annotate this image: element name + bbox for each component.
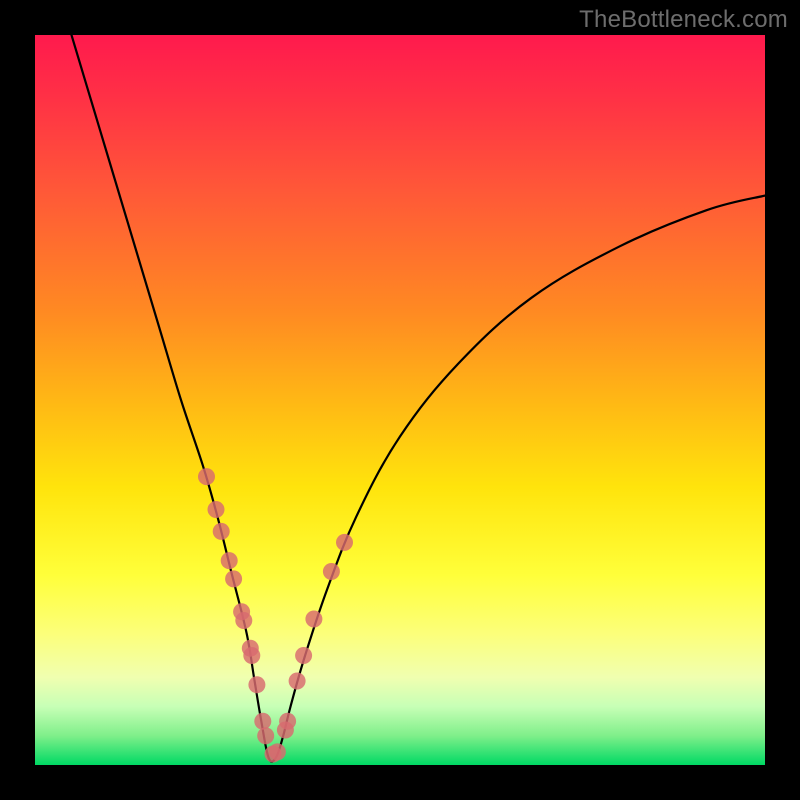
highlight-dot bbox=[254, 713, 271, 730]
highlight-dot bbox=[257, 727, 274, 744]
curve-svg bbox=[35, 35, 765, 765]
highlight-dot bbox=[295, 647, 312, 664]
highlight-dot bbox=[279, 713, 296, 730]
highlighted-dots-group bbox=[198, 468, 353, 762]
highlight-dot bbox=[198, 468, 215, 485]
chart-frame: TheBottleneck.com bbox=[0, 0, 800, 800]
highlight-dot bbox=[213, 523, 230, 540]
highlight-dot bbox=[323, 563, 340, 580]
highlight-dot bbox=[225, 570, 242, 587]
bottleneck-curve bbox=[72, 35, 766, 762]
highlight-dot bbox=[242, 640, 259, 657]
highlight-dot bbox=[336, 534, 353, 551]
highlight-dot bbox=[248, 676, 265, 693]
highlight-dot bbox=[221, 552, 238, 569]
highlight-dot bbox=[269, 743, 286, 760]
highlight-dot bbox=[208, 501, 225, 518]
watermark-text: TheBottleneck.com bbox=[579, 6, 788, 34]
plot-area bbox=[35, 35, 765, 765]
highlight-dot bbox=[235, 612, 252, 629]
highlight-dot bbox=[289, 673, 306, 690]
highlight-dot bbox=[305, 611, 322, 628]
